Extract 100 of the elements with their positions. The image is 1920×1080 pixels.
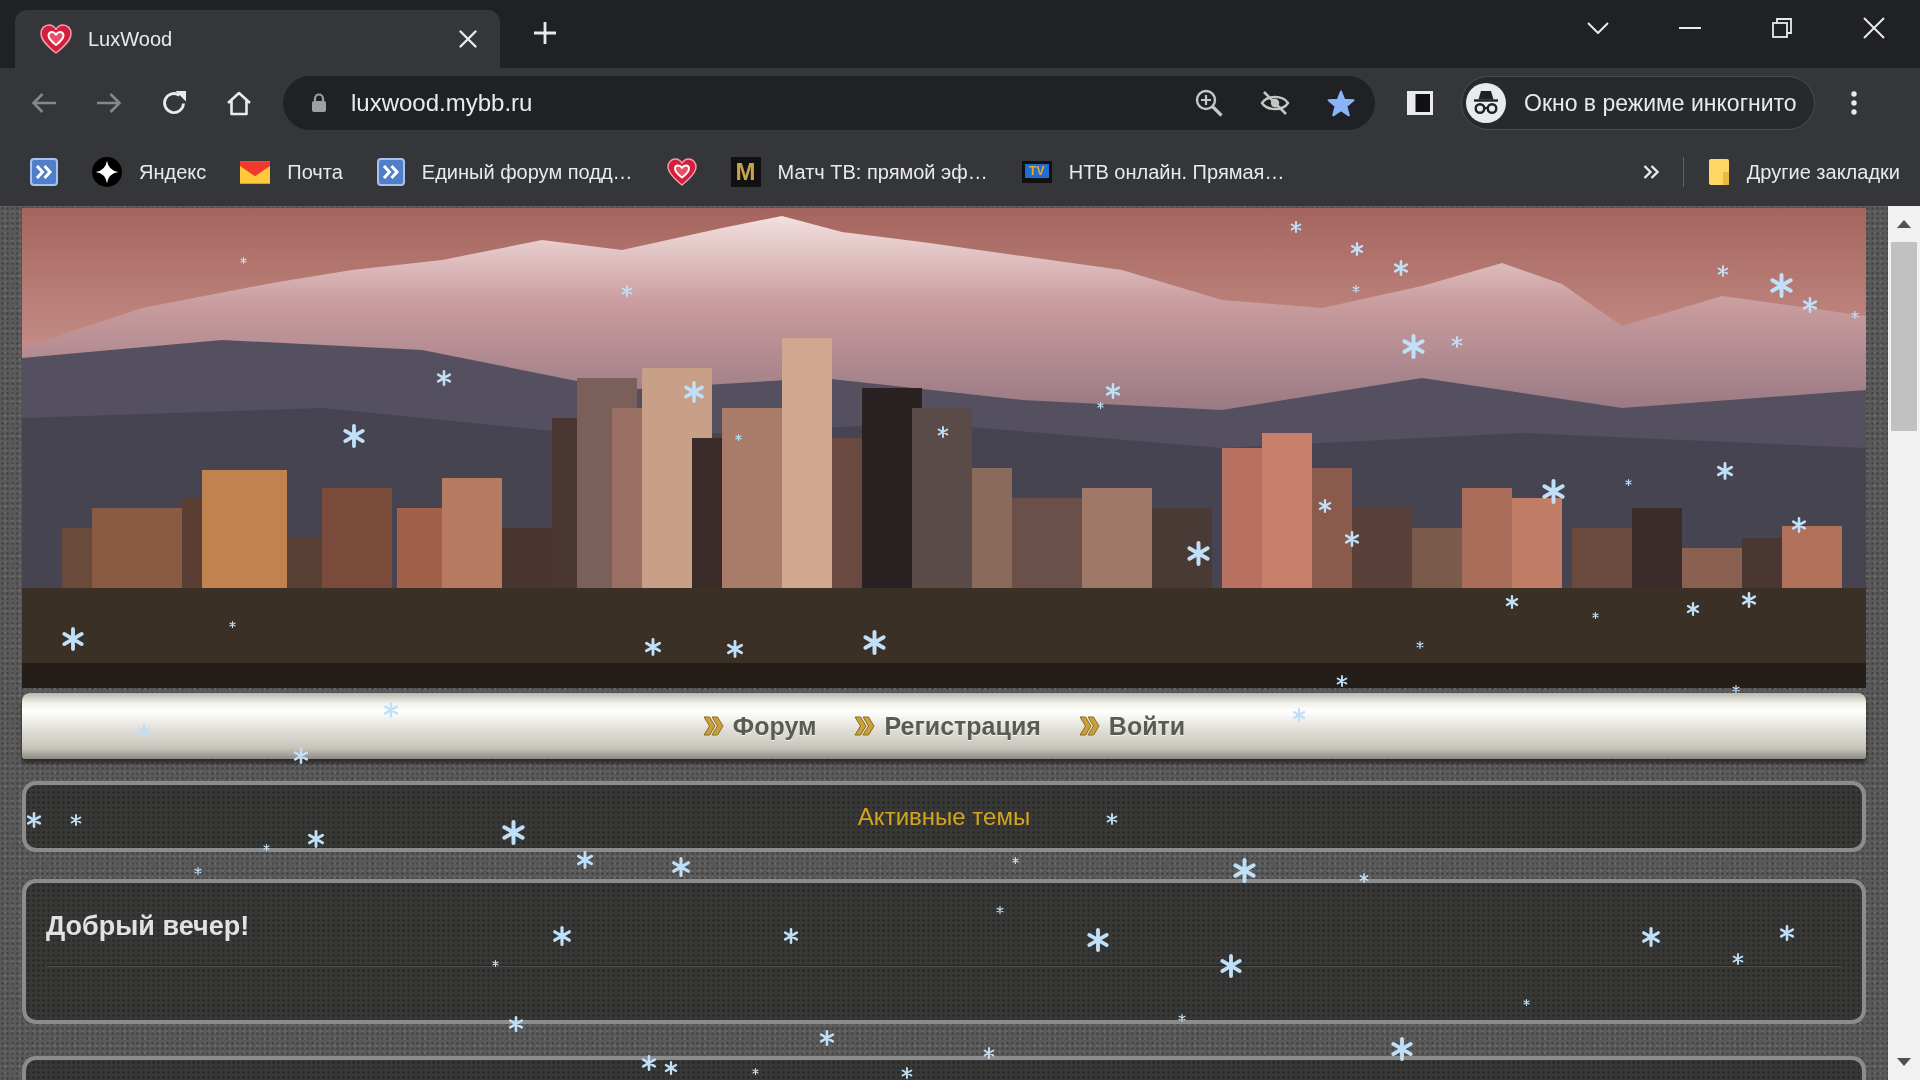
snowflake-icon — [1393, 260, 1409, 276]
snowflake-icon — [1641, 927, 1661, 947]
snowflake-icon — [1186, 541, 1211, 566]
bookmark-link[interactable]: TV НТВ онлайн. Прямая… — [1021, 160, 1285, 184]
double-chevron-icon — [376, 158, 405, 186]
snowflake-icon — [229, 621, 236, 628]
snowflake-icon — [501, 820, 526, 845]
snowflake-icon — [1769, 273, 1794, 298]
snowflake-icon — [901, 1067, 913, 1079]
restore-icon[interactable] — [1772, 18, 1792, 38]
snowflake-icon — [1686, 602, 1700, 616]
snowflake-icon — [307, 830, 325, 848]
zoom-in-icon[interactable] — [1195, 89, 1223, 117]
snowflake-icon — [1741, 592, 1757, 608]
incognito-icon — [1466, 83, 1506, 123]
snowflake-icon — [26, 812, 42, 828]
snowflake-icon — [263, 844, 270, 851]
bookmark-link[interactable]: Другие закладки — [1707, 158, 1900, 186]
snowflake-icon — [664, 1061, 678, 1075]
snowflake-icon — [621, 285, 633, 297]
close-icon[interactable] — [459, 30, 477, 48]
snowflake-icon — [726, 640, 744, 658]
scrollbar-thumb[interactable] — [1891, 242, 1917, 431]
snowflake-icon — [70, 814, 82, 826]
snowflake-icon — [644, 638, 662, 656]
snowflake-icon — [1732, 685, 1740, 693]
snowflake-icon — [383, 702, 399, 718]
nav-link[interactable]: Форум — [702, 711, 817, 741]
snowflake-icon — [1541, 479, 1566, 504]
double-chevron-icon — [1078, 716, 1101, 736]
heart-icon — [40, 24, 72, 54]
snowflake-icon — [436, 370, 452, 386]
letter-logo: M — [730, 157, 761, 187]
chevron-down-icon[interactable] — [1587, 22, 1609, 34]
snowflake-icon — [783, 928, 799, 944]
snowflake-icon — [1390, 1037, 1414, 1061]
snowflake-icon — [1219, 954, 1243, 978]
snowflake-icon — [342, 424, 366, 448]
double-chevron-icon — [854, 716, 877, 736]
snowflake-icon — [1625, 479, 1632, 486]
menu-icon[interactable] — [1850, 91, 1857, 115]
down-caret-icon[interactable] — [1897, 1058, 1911, 1066]
sparkle-icon — [92, 157, 122, 187]
bookmark-link[interactable]: Единый форум подд… — [376, 158, 633, 186]
tab[interactable]: LuxWood — [15, 10, 500, 68]
snowflake-icon — [1791, 517, 1807, 533]
snowflake-icon — [862, 630, 887, 655]
bookmark-link[interactable]: Яндекс — [92, 157, 207, 187]
snowflake-icon — [61, 627, 85, 651]
bookmark-link[interactable]: Почта — [240, 160, 343, 184]
star-icon[interactable] — [1327, 89, 1355, 117]
folder-icon — [1707, 158, 1730, 186]
monitor-logo: TV — [1021, 161, 1052, 183]
snowflake-icon — [1178, 1014, 1186, 1022]
heart-icon[interactable] — [666, 158, 697, 186]
snowflake-icon — [1416, 641, 1424, 649]
address-field[interactable]: luxwood.mybb.ru — [283, 76, 1375, 130]
greeting-heading: Добрый вечер! — [46, 910, 250, 942]
nav-link[interactable]: Регистрация — [854, 711, 1041, 741]
snowflake-icon — [240, 257, 247, 264]
snowflake-icon — [137, 724, 151, 738]
snowflake-icon — [1292, 708, 1306, 722]
snowflake-icon — [1851, 311, 1859, 319]
home-icon[interactable] — [226, 90, 252, 116]
snowflake-icon — [1086, 928, 1110, 952]
snowflake-icon — [1732, 953, 1744, 965]
plus-icon[interactable] — [533, 21, 557, 45]
eye-slash-icon[interactable] — [1260, 90, 1290, 116]
snowflake-icon — [1232, 858, 1257, 883]
snowflake-icon — [1350, 242, 1364, 256]
lock-icon — [311, 93, 327, 113]
snowflake-icon — [1352, 285, 1360, 293]
snowflake-icon — [641, 1055, 657, 1071]
snowflake-icon — [996, 906, 1004, 914]
profile-button[interactable]: Окно в режиме инкогнито — [1461, 76, 1815, 130]
snowflake-icon — [1336, 675, 1348, 687]
snowflake-icon — [937, 426, 949, 438]
snowflake-icon — [1012, 857, 1019, 864]
snowflake-icon — [1359, 873, 1369, 883]
snowflake-icon — [1401, 334, 1426, 359]
snowflake-icon — [1290, 221, 1302, 233]
snowflake-icon — [1318, 499, 1332, 513]
side-panel-icon[interactable] — [1407, 91, 1433, 115]
bookmark-link[interactable]: M Матч ТВ: прямой эф… — [730, 157, 988, 187]
snowflake-icon — [819, 1030, 835, 1046]
snowflake-icon — [1106, 813, 1118, 825]
snowflake-icon — [194, 867, 202, 875]
nav-link[interactable]: Войти — [1078, 711, 1186, 741]
snowflake-icon — [1523, 999, 1530, 1006]
snowflake-icon — [552, 926, 572, 946]
reload-icon[interactable] — [161, 90, 187, 116]
up-caret-icon[interactable] — [1897, 220, 1911, 228]
snowflake-icon — [1779, 925, 1795, 941]
snowflake-icon — [1344, 531, 1360, 547]
snowflake-icon — [1716, 462, 1734, 480]
active-topics-link[interactable]: Активные темы — [857, 802, 1031, 831]
close-icon[interactable] — [1863, 17, 1885, 39]
snowflake-icon — [293, 748, 309, 764]
snowflake-icon — [1505, 595, 1519, 609]
snowflake-icon — [1451, 336, 1463, 348]
